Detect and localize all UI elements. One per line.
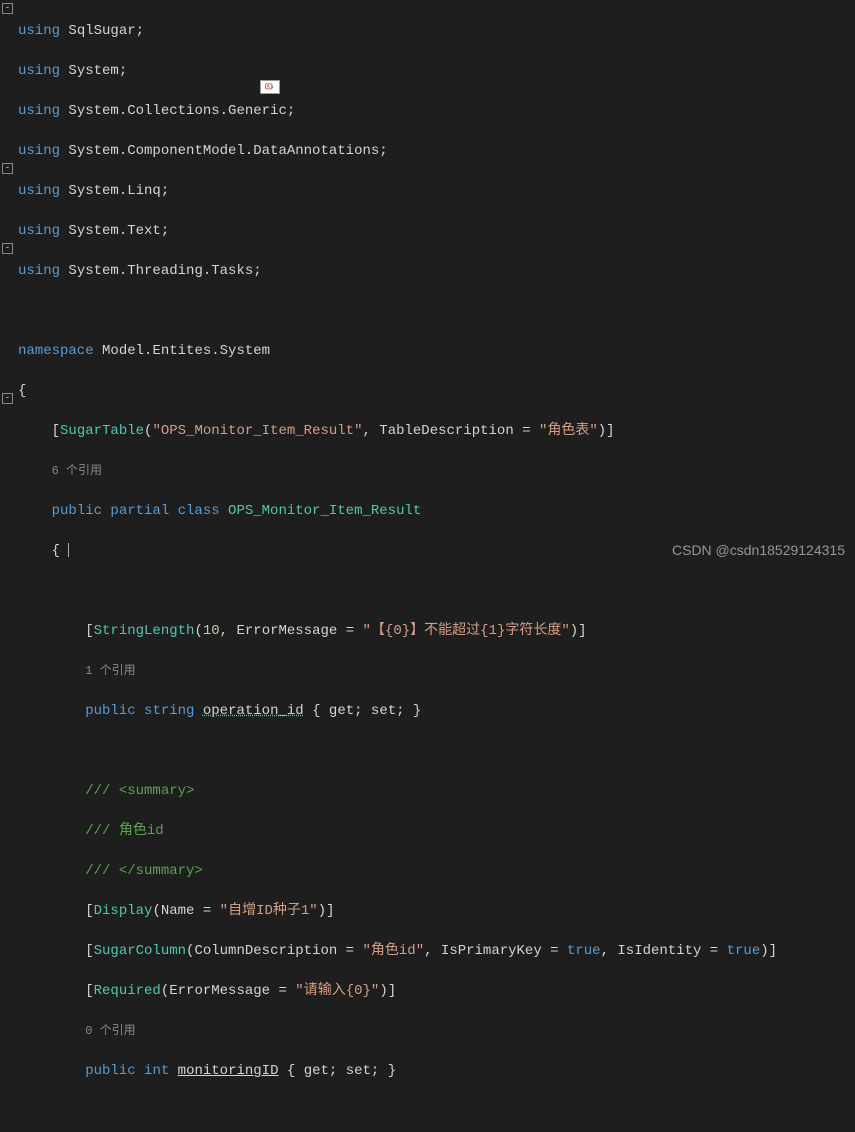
using-stmt: System.Linq [68, 183, 160, 199]
class-name: OPS_Monitor_Item_Result [228, 503, 421, 519]
code-editor[interactable]: - - - - using SqlSugar; using System; us… [0, 0, 855, 566]
string-literal: "自增ID种子1" [220, 903, 318, 919]
using-stmt: System.Threading.Tasks [68, 263, 253, 279]
attr-param: TableDescription [379, 423, 513, 439]
accessors: { get; set; } [287, 1063, 396, 1079]
string-literal: "请输入{0}" [295, 983, 379, 999]
fold-toggle[interactable]: - [2, 243, 13, 254]
attr-param: IsIdentity [617, 943, 701, 959]
attr-param: IsPrimaryKey [441, 943, 542, 959]
fold-gutter: - - - - [0, 0, 18, 566]
property-name: monitoringID [178, 1063, 279, 1079]
bool-literal: true [567, 943, 601, 959]
using-stmt: System [68, 63, 118, 79]
string-literal: "【{0}】不能超过{1}字符长度" [363, 623, 570, 639]
using-stmt: SqlSugar [68, 23, 135, 39]
attr-param: ErrorMessage [169, 983, 270, 999]
attr-name: StringLength [94, 623, 195, 639]
property-name: operation_id [203, 703, 304, 719]
code-area[interactable]: using SqlSugar; using System; using Syst… [18, 0, 855, 566]
smart-tag-icon[interactable] [260, 80, 280, 94]
attr-param: Name [161, 903, 195, 919]
fold-toggle[interactable]: - [2, 163, 13, 174]
codelens-refs[interactable]: 1 个引用 [85, 664, 135, 678]
bool-literal: true [727, 943, 761, 959]
attr-param: ColumnDescription [194, 943, 337, 959]
using-stmt: System.Text [68, 223, 160, 239]
doc-comment: /// <summary> [85, 783, 194, 799]
using-stmt: System.ComponentModel.DataAnnotations [68, 143, 379, 159]
watermark: CSDN @csdn18529124315 [672, 542, 845, 558]
string-literal: "OPS_Monitor_Item_Result" [152, 423, 362, 439]
class-modifiers: public partial class [52, 503, 220, 519]
text-cursor [68, 543, 69, 557]
fold-toggle[interactable]: - [2, 393, 13, 404]
attr-name: SugarColumn [94, 943, 186, 959]
attr-name: Required [94, 983, 161, 999]
using-stmt: System.Collections.Generic [68, 103, 286, 119]
doc-comment: /// 角色id [85, 823, 163, 839]
accessors: { get; set; } [312, 703, 421, 719]
string-literal: "角色id" [363, 943, 425, 959]
number-literal: 10 [203, 623, 220, 639]
attr-param: ErrorMessage [236, 623, 337, 639]
fold-toggle[interactable]: - [2, 3, 13, 14]
namespace-name: Model.Entites.System [102, 343, 270, 359]
codelens-refs[interactable]: 0 个引用 [85, 1024, 135, 1038]
attr-name: SugarTable [60, 423, 144, 439]
codelens-refs[interactable]: 6 个引用 [52, 464, 102, 478]
attr-name: Display [94, 903, 153, 919]
string-literal: "角色表" [539, 423, 598, 439]
doc-comment: /// </summary> [85, 863, 203, 879]
